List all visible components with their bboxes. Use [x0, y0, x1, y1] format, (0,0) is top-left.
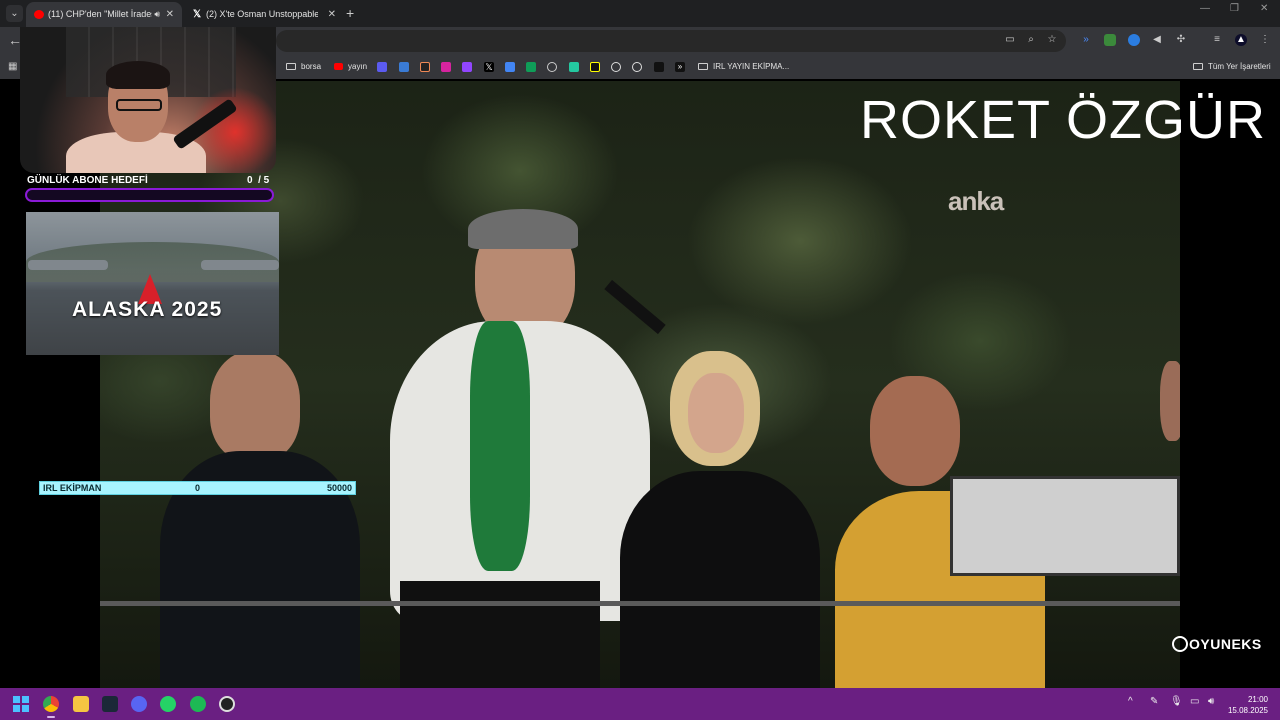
oyuneks-logo: OYUNEKS — [1172, 636, 1262, 652]
equipment-label: IRL EKİPMAN — [43, 483, 102, 493]
bookmark-icon[interactable] — [569, 62, 579, 72]
speaker-icon[interactable]: 🔊︎ — [154, 2, 160, 27]
tab-title: (2) X'te Osman Unstoppable: " — [206, 9, 318, 19]
person-figure — [1160, 361, 1180, 441]
green-scarf — [470, 321, 530, 571]
profile-avatar-icon[interactable]: ▲ — [1235, 34, 1247, 46]
anka-watermark: anka — [948, 186, 1004, 216]
tab-search-button[interactable]: ⌄ — [6, 5, 23, 22]
bookmark-borsa[interactable]: borsa — [286, 60, 321, 74]
person-figure — [620, 471, 820, 688]
chevron-up-icon[interactable]: ^ — [1128, 696, 1133, 707]
reading-list-icon[interactable]: ≡ — [1211, 34, 1223, 46]
obs-icon[interactable] — [219, 696, 235, 712]
pen-icon[interactable]: ✎ — [1150, 696, 1158, 707]
equipment-current: 0 — [195, 483, 201, 493]
person-figure — [210, 351, 300, 461]
close-tab-icon[interactable]: ✕ — [166, 2, 174, 27]
letterbox — [1180, 81, 1280, 688]
equipment-target: 50000 — [326, 483, 352, 493]
skull-icon — [1172, 636, 1188, 652]
microphone-icon[interactable]: 🎙︎ — [1170, 696, 1183, 707]
bookmark-yayin[interactable]: yayın — [334, 60, 367, 74]
equipment-goal-bar: IRL EKİPMAN 0 50000 — [39, 481, 356, 495]
volume-icon[interactable]: 🔊︎ — [1208, 696, 1214, 707]
headline-overlay: ROKET ÖZGÜR — [860, 90, 1267, 150]
puzzle-icon[interactable]: ✣ — [1175, 34, 1187, 46]
zoom-icon[interactable]: ⌕ — [1025, 34, 1037, 46]
streamer-hair — [106, 61, 170, 89]
youtube-icon — [334, 63, 343, 70]
bookmark-icon[interactable] — [420, 62, 430, 72]
active-indicator — [47, 716, 55, 718]
chrome-icon[interactable] — [43, 696, 59, 712]
docs-icon[interactable] — [505, 62, 515, 72]
close-tab-icon[interactable]: ✕ — [328, 2, 336, 27]
news-thumbnail: ALASKA 2025 — [26, 212, 279, 355]
bookmark-icon[interactable] — [377, 62, 387, 72]
thumbnail-caption: ALASKA 2025 — [72, 298, 223, 321]
whatsapp-icon[interactable] — [160, 696, 176, 712]
network-icon[interactable]: ▭ — [1190, 696, 1199, 707]
taskbar: ^ ✎ 🎙︎ ▭ 🔊︎ — [0, 688, 1280, 720]
bookmark-folder-irl[interactable]: IRL YAYIN EKİPMA... — [698, 60, 789, 74]
menu-dots-icon[interactable]: ⋮ — [1259, 34, 1271, 46]
cast-icon[interactable]: ▭ — [1004, 34, 1016, 46]
spotify-icon[interactable] — [190, 696, 206, 712]
sub-goal-progress-bar — [25, 188, 274, 202]
media-volume-icon[interactable]: ◀ — [1151, 34, 1163, 46]
person-figure — [870, 376, 960, 486]
x-icon[interactable]: 𝕏 — [484, 62, 494, 72]
microphone — [604, 279, 666, 335]
x-icon: 𝕏 — [192, 9, 202, 20]
steam-icon[interactable] — [102, 696, 118, 712]
extension-icon[interactable]: » — [1080, 34, 1092, 46]
twitch-icon[interactable] — [462, 62, 472, 72]
file-explorer-icon[interactable] — [73, 696, 89, 712]
webcam-overlay — [20, 27, 276, 173]
bookmark-icon[interactable] — [399, 62, 409, 72]
clock-time: 21:00 — [1247, 695, 1268, 704]
folder-icon — [286, 63, 296, 70]
bookmark-icon[interactable] — [654, 62, 664, 72]
address-bar[interactable] — [276, 30, 1066, 52]
jet — [28, 260, 108, 270]
minimize-icon[interactable]: — — [1200, 3, 1210, 14]
discord-icon[interactable] — [131, 696, 147, 712]
sub-goal-count: 0 / 5 — [247, 175, 270, 186]
speaker-hair — [468, 209, 578, 249]
youtube-icon — [34, 10, 44, 19]
folder-icon — [1193, 63, 1203, 70]
extension-icon[interactable] — [1104, 34, 1116, 46]
podium — [950, 476, 1180, 576]
start-windows-icon[interactable] — [13, 696, 29, 712]
tab-youtube[interactable]: (11) CHP'den "Millet İradesi 🔊︎ ✕ — [26, 2, 182, 27]
folder-icon — [698, 63, 708, 70]
balcony-railing — [100, 601, 1180, 606]
bookmark-star-icon[interactable]: ☆ — [1046, 34, 1058, 46]
jet — [201, 260, 279, 270]
tab-x[interactable]: 𝕏 (2) X'te Osman Unstoppable: " ✕ — [184, 2, 344, 27]
close-window-icon[interactable]: ✕ — [1260, 3, 1268, 14]
glasses — [116, 99, 162, 111]
speaker-trousers — [400, 581, 600, 688]
browser-tab-bar: ⌄ (11) CHP'den "Millet İradesi 🔊︎ ✕ 𝕏 (2… — [0, 0, 1280, 27]
apps-grid-icon[interactable]: ▦ — [8, 61, 17, 72]
sheets-icon[interactable] — [526, 62, 536, 72]
tab-title: (11) CHP'den "Millet İradesi — [48, 9, 152, 19]
person-face — [688, 373, 744, 453]
more-bookmarks-icon[interactable]: » — [675, 62, 685, 72]
restore-icon[interactable]: ❐ — [1230, 3, 1239, 14]
bookmark-icon[interactable] — [547, 62, 557, 72]
extension-icon[interactable] — [1128, 34, 1140, 46]
system-clock[interactable]: 21:00 15.08.2025 — [1226, 694, 1268, 716]
bookmark-icon[interactable] — [590, 62, 600, 72]
bookmark-icon[interactable] — [611, 62, 621, 72]
sub-goal-label: GÜNLÜK ABONE HEDEFİ — [27, 175, 148, 186]
instagram-icon[interactable] — [441, 62, 451, 72]
all-bookmarks[interactable]: Tüm Yer İşaretleri — [1193, 60, 1271, 74]
clock-date: 15.08.2025 — [1227, 706, 1268, 715]
new-tab-button[interactable]: + — [346, 5, 354, 21]
bookmark-icon[interactable] — [632, 62, 642, 72]
